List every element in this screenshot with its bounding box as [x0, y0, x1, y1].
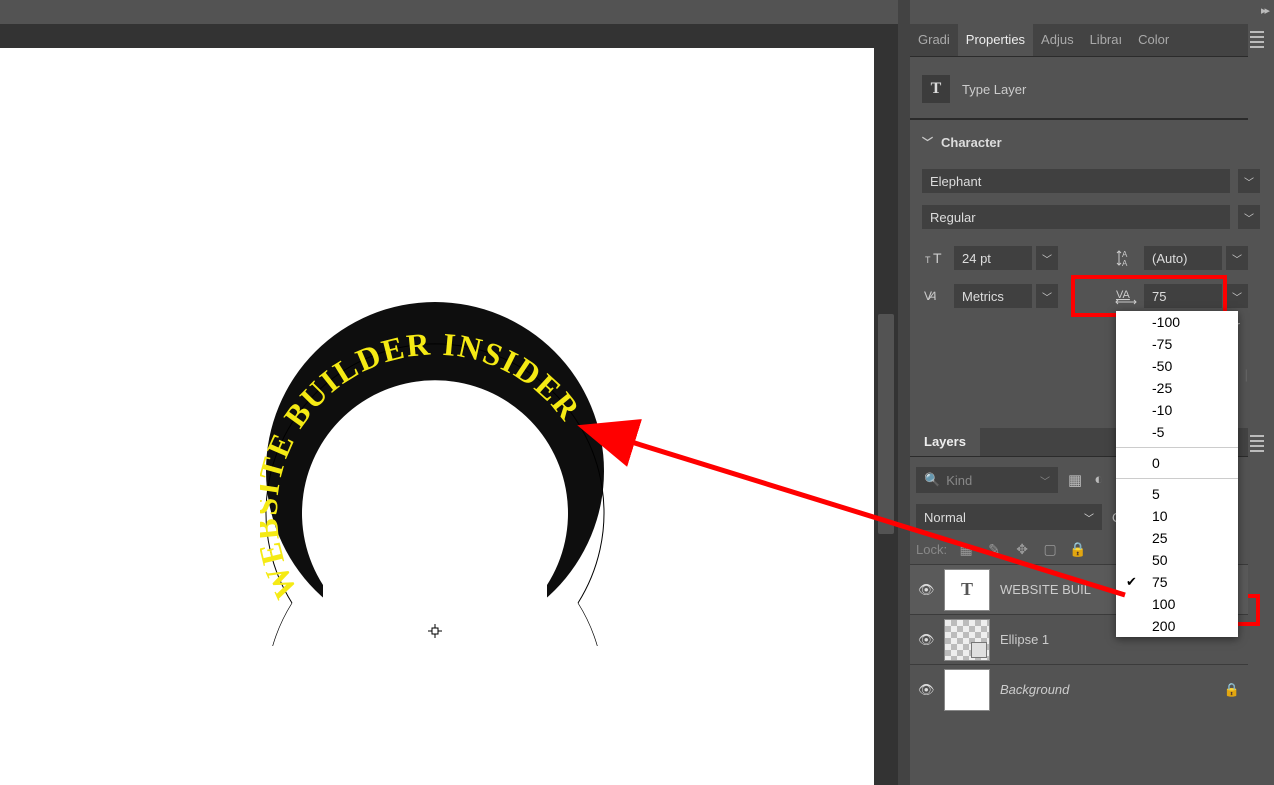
tab-libraries[interactable]: Libraı — [1082, 24, 1131, 56]
tab-gradient[interactable]: Gradi — [910, 24, 958, 56]
app-top-bar — [0, 0, 898, 24]
panel-divider-icon: | — [1245, 367, 1248, 382]
expand-panel-icon[interactable]: ▸▸ — [1261, 4, 1268, 17]
lock-artboard-icon[interactable]: ▢ — [1041, 541, 1059, 558]
character-heading-label: Character — [941, 135, 1002, 150]
layer-name[interactable]: Ellipse 1 — [1000, 632, 1049, 647]
layer-item-background[interactable]: 👁 Background 🔒 — [910, 664, 1248, 714]
divider — [910, 118, 1248, 120]
filter-adjustment-icon[interactable]: ◐ — [1094, 471, 1103, 489]
right-panel: ▸▸ Gradi Properties Adjus Libraı Color T… — [898, 0, 1274, 785]
leading-dropdown-button[interactable]: ﹀ — [1226, 246, 1248, 270]
svg-text:A: A — [1122, 250, 1128, 259]
tracking-dropdown[interactable]: -100 -75 -50 -25 -10 -5 0 5 10 25 50 ✔75… — [1116, 311, 1238, 637]
canvas-scrollbar-thumb[interactable] — [878, 314, 894, 534]
layer-thumbnail[interactable] — [944, 669, 990, 711]
font-size-value: 24 pt — [962, 251, 991, 266]
visibility-toggle-icon[interactable]: 👁 — [918, 632, 934, 648]
tracking-option[interactable]: -50 — [1116, 355, 1238, 377]
svg-text:A: A — [1122, 259, 1128, 267]
svg-text:T: T — [933, 250, 942, 266]
kerning-dropdown-button[interactable]: ﹀ — [1036, 284, 1058, 308]
filter-pixel-icon[interactable]: ▦ — [1068, 471, 1082, 489]
type-layer-icon: T — [922, 75, 950, 103]
tracking-option[interactable]: 200 — [1116, 615, 1238, 637]
search-icon: 🔍 — [924, 472, 940, 488]
tab-properties[interactable]: Properties — [958, 24, 1033, 56]
lock-position-icon[interactable]: ✥ — [1013, 541, 1031, 558]
layer-thumbnail[interactable]: T — [944, 569, 990, 611]
leading-icon: AA — [1112, 246, 1140, 270]
tracking-option[interactable]: -100 — [1116, 311, 1238, 333]
type-layer-row: T Type Layer — [910, 66, 1260, 112]
font-family-dropdown-button[interactable]: ﹀ — [1238, 169, 1260, 193]
lock-brush-icon[interactable]: ✎ — [985, 541, 1003, 558]
layers-filter-kind[interactable]: 🔍 Kind ﹀ — [916, 467, 1058, 493]
chevron-down-icon: ﹀ — [922, 134, 933, 150]
layer-name[interactable]: WEBSITE BUIL — [1000, 582, 1091, 597]
font-family-row: Elephant ﹀ — [910, 164, 1260, 198]
layers-heading-label: Layers — [910, 428, 980, 456]
tracking-option[interactable]: -25 — [1116, 377, 1238, 399]
kerning-value: Metrics — [962, 289, 1004, 304]
font-family-value: Elephant — [930, 174, 981, 189]
layer-thumbnail[interactable] — [944, 619, 990, 661]
curved-text-artwork[interactable]: WEBSITE BUILDER INSIDER — [260, 296, 610, 646]
blend-mode-value: Normal — [924, 510, 966, 525]
visibility-toggle-icon[interactable]: 👁 — [918, 682, 934, 698]
leading-value: (Auto) — [1152, 251, 1187, 266]
layer-name[interactable]: Background — [1000, 682, 1069, 697]
tracking-option[interactable]: 25 — [1116, 527, 1238, 549]
font-size-input[interactable]: 24 pt — [954, 246, 1032, 270]
path-anchor-handle[interactable] — [428, 624, 442, 638]
tracking-option[interactable]: -5 — [1116, 421, 1238, 443]
svg-text:T: T — [925, 255, 931, 265]
font-style-value: Regular — [930, 210, 976, 225]
leading-input[interactable]: (Auto) — [1144, 246, 1222, 270]
panel-gutter — [898, 0, 910, 785]
shape-badge-icon — [971, 642, 987, 658]
tracking-option[interactable]: 5 — [1116, 483, 1238, 505]
font-style-dropdown-button[interactable]: ﹀ — [1238, 205, 1260, 229]
tracking-option[interactable]: 100 — [1116, 593, 1238, 615]
tracking-option[interactable]: 10 — [1116, 505, 1238, 527]
tracking-option[interactable]: -75 — [1116, 333, 1238, 355]
lock-pixels-icon[interactable]: ▦ — [957, 541, 975, 558]
kerning-input[interactable]: Metrics — [954, 284, 1032, 308]
size-leading-row: TT 24 pt ﹀ AA (Auto) ﹀ — [910, 240, 1260, 276]
font-style-select[interactable]: Regular — [922, 205, 1230, 229]
type-layer-label: Type Layer — [962, 82, 1026, 97]
canvas-area: WEBSITE BUILDER INSIDER — [0, 24, 898, 785]
lock-icon[interactable]: 🔒 — [1224, 682, 1240, 698]
tracking-dropdown-button[interactable]: ﹀ — [1226, 284, 1248, 308]
font-size-icon: TT — [922, 246, 950, 270]
tab-adjustments[interactable]: Adjus — [1033, 24, 1082, 56]
lock-label: Lock: — [916, 542, 947, 557]
panel-tabs: Gradi Properties Adjus Libraı Color — [910, 24, 1248, 57]
chevron-down-icon: ﹀ — [1084, 510, 1094, 525]
layers-filter-placeholder: Kind — [946, 473, 972, 488]
tracking-option[interactable]: -10 — [1116, 399, 1238, 421]
blend-mode-select[interactable]: Normal ﹀ — [916, 504, 1102, 530]
chevron-down-icon: ﹀ — [1040, 473, 1050, 488]
panel-menu-icon[interactable] — [1246, 28, 1268, 50]
document-canvas[interactable]: WEBSITE BUILDER INSIDER — [0, 48, 874, 785]
tab-color[interactable]: Color — [1130, 24, 1177, 56]
font-style-row: Regular ﹀ — [910, 200, 1260, 234]
font-size-dropdown-button[interactable]: ﹀ — [1036, 246, 1058, 270]
character-heading[interactable]: ﹀ Character — [910, 128, 1260, 156]
tracking-option-selected[interactable]: ✔75 — [1116, 571, 1238, 593]
visibility-toggle-icon[interactable]: 👁 — [918, 582, 934, 598]
check-icon: ✔ — [1126, 574, 1137, 590]
font-family-select[interactable]: Elephant — [922, 169, 1230, 193]
tracking-option[interactable]: 0 — [1116, 452, 1238, 474]
layers-menu-icon[interactable] — [1246, 432, 1268, 454]
kerning-icon: VA — [922, 284, 950, 308]
lock-all-icon[interactable]: 🔒 — [1069, 541, 1087, 558]
tracking-option[interactable]: 50 — [1116, 549, 1238, 571]
